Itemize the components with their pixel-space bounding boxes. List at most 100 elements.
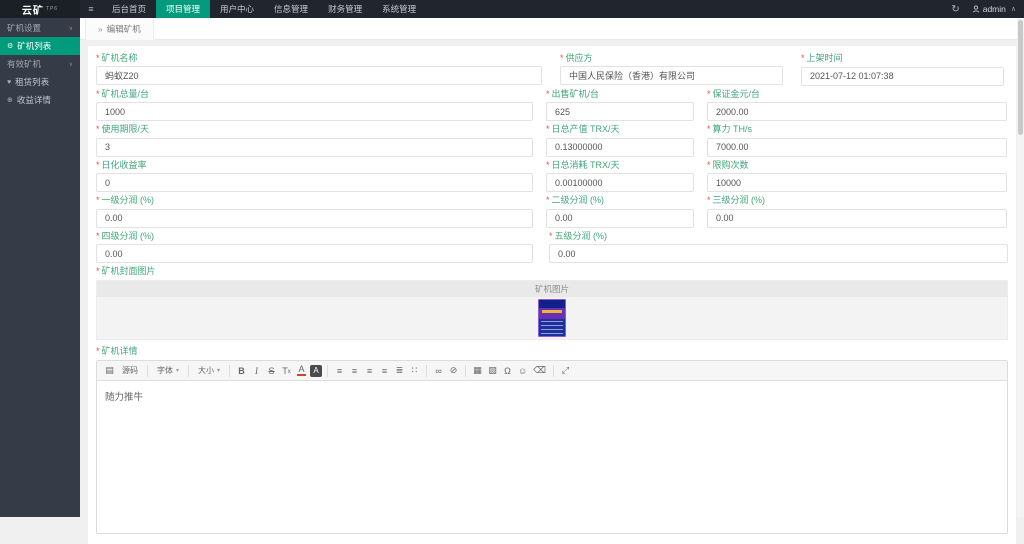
input-二级分润 (%)[interactable] bbox=[546, 208, 694, 228]
sidebar-group-有效矿机[interactable]: 有效矿机 ∨ bbox=[0, 55, 80, 73]
form-row: *矿机总量/台 *出售矿机/台 *保证金元/台 bbox=[96, 88, 1008, 121]
toolbar-separator bbox=[327, 364, 329, 377]
input-使用期限/天[interactable] bbox=[96, 137, 533, 157]
table-button[interactable]: ▦ bbox=[471, 363, 484, 379]
fullscreen-button[interactable]: ⤢ bbox=[559, 363, 572, 379]
field-label: * 出售矿机/台 bbox=[546, 88, 600, 99]
align-left-button[interactable]: ≡ bbox=[333, 363, 346, 379]
input-矿机名称[interactable] bbox=[96, 66, 542, 85]
field-label: * 保证金元/台 bbox=[707, 88, 761, 99]
input-算力 TH/s[interactable] bbox=[707, 137, 1007, 157]
app-logo-text: 云矿 bbox=[21, 5, 44, 17]
field-label: * 算力 TH/s bbox=[707, 124, 753, 134]
breadcrumb: » 编辑矿机 bbox=[85, 17, 154, 40]
input-一级分润 (%)[interactable] bbox=[96, 208, 533, 228]
sidebar-item-矿机列表[interactable]: ⚙ 矿机列表 bbox=[0, 37, 80, 55]
strikethrough-button[interactable]: S bbox=[265, 363, 278, 379]
image-button[interactable]: ▨ bbox=[486, 363, 499, 379]
bold-button[interactable]: B bbox=[235, 363, 248, 379]
form-field-上架时间: * 上架时间 bbox=[801, 53, 1004, 86]
form-field-保证金元/台: * 保证金元/台 bbox=[707, 88, 1007, 121]
required-mark: * bbox=[546, 195, 550, 205]
form-field-日总消耗 TRX/天: * 日总消耗 TRX/天 bbox=[546, 159, 694, 192]
special-char-button[interactable]: Ω bbox=[501, 363, 514, 379]
required-mark: * bbox=[560, 53, 564, 63]
input-三级分润 (%)[interactable] bbox=[707, 208, 1007, 228]
align-center-button[interactable]: ≡ bbox=[348, 363, 361, 379]
unlink-button[interactable]: ⊘ bbox=[447, 363, 460, 379]
chevron-down-icon: ∨ bbox=[68, 61, 73, 68]
field-label: * 使用期限/天 bbox=[96, 124, 150, 134]
field-label: * 四级分润 (%) bbox=[96, 230, 155, 241]
top-menu-item-后台首页[interactable]: 后台首页 bbox=[102, 0, 156, 18]
form-field-出售矿机/台: * 出售矿机/台 bbox=[546, 88, 694, 121]
required-mark: * bbox=[546, 88, 550, 99]
input-矿机总量/台[interactable] bbox=[96, 102, 533, 121]
user-menu[interactable]: admin ∧ bbox=[972, 4, 1016, 14]
required-mark: * bbox=[96, 266, 100, 276]
required-mark: * bbox=[546, 159, 550, 170]
sidebar-group-矿机设置[interactable]: 矿机设置 ∨ bbox=[0, 19, 80, 37]
refresh-icon[interactable]: ↻ bbox=[939, 4, 971, 15]
editor-content[interactable]: 随力推牛 bbox=[97, 381, 1007, 533]
bg-color-button[interactable]: A bbox=[310, 364, 323, 377]
document-icon[interactable]: ▤ bbox=[103, 363, 116, 379]
hamburger-icon[interactable]: ≡ bbox=[80, 0, 102, 18]
form-row: *日化收益率 *日总消耗 TRX/天 *限购次数 bbox=[96, 159, 1008, 192]
top-menu-item-信息管理[interactable]: 信息管理 bbox=[264, 0, 318, 18]
top-menu-item-系统管理[interactable]: 系统管理 bbox=[372, 0, 426, 18]
cover-caption: 矿机图片 bbox=[97, 281, 1007, 297]
subscript-button[interactable]: Tx bbox=[280, 363, 293, 379]
top-menu-item-用户中心[interactable]: 用户中心 bbox=[210, 0, 264, 18]
top-menu: 后台首页 项目管理 用户中心 信息管理 财务管理 系统管理 bbox=[102, 0, 426, 18]
required-mark: * bbox=[96, 53, 100, 63]
required-mark: * bbox=[707, 195, 711, 205]
input-保证金元/台[interactable] bbox=[707, 102, 1007, 121]
input-限购次数[interactable] bbox=[707, 173, 1007, 192]
cover-upload-area[interactable]: 矿机图片 bbox=[96, 280, 1008, 340]
remove-format-button[interactable]: ⌫ bbox=[531, 363, 548, 379]
text-color-button[interactable]: A bbox=[295, 363, 308, 379]
emoji-button[interactable]: ☺ bbox=[516, 363, 529, 379]
top-bar: 云矿 TP6 ≡ 后台首页 项目管理 用户中心 信息管理 财务管理 系统管理 ↻ admin… bbox=[0, 0, 1024, 18]
miner-cover-image[interactable] bbox=[538, 299, 566, 337]
top-menu-item-财务管理[interactable]: 财务管理 bbox=[318, 0, 372, 18]
input-日化收益率[interactable] bbox=[96, 173, 533, 192]
topbar-right: ↻ admin ∧ bbox=[939, 0, 1024, 18]
source-button[interactable]: 源码 bbox=[118, 363, 142, 379]
app-logo: 云矿 TP6 bbox=[0, 0, 80, 18]
toolbar-separator bbox=[147, 364, 148, 377]
italic-button[interactable]: I bbox=[250, 363, 263, 379]
scrollbar-thumb[interactable] bbox=[1018, 20, 1023, 135]
input-出售矿机/台[interactable] bbox=[546, 102, 694, 121]
align-justify-button[interactable]: ≡ bbox=[378, 363, 391, 379]
font-size-select[interactable]: 大小 ▾ bbox=[194, 363, 224, 379]
caret-down-icon: ▾ bbox=[176, 368, 180, 374]
caret-down-icon: ▾ bbox=[217, 368, 221, 374]
required-mark: * bbox=[96, 230, 100, 241]
input-日总产值 TRX/天[interactable] bbox=[546, 137, 694, 157]
input-供应方[interactable] bbox=[560, 66, 783, 85]
username: admin bbox=[982, 4, 1006, 14]
page-scrollbar bbox=[1017, 18, 1024, 517]
required-mark: * bbox=[801, 53, 805, 63]
ordered-list-button[interactable]: ≣ bbox=[393, 363, 406, 379]
link-button[interactable]: ∞ bbox=[432, 363, 445, 379]
input-上架时间[interactable] bbox=[801, 66, 1004, 86]
input-五级分润 (%)[interactable] bbox=[549, 244, 1008, 263]
unordered-list-button[interactable]: ∷ bbox=[408, 363, 421, 379]
field-label: * 上架时间 bbox=[801, 53, 843, 63]
form-rows: *矿机名称 *供应方 *上架时间 *矿机总量/台 *出售矿机/台 *保证金元/台 *使用期限… bbox=[96, 53, 1008, 263]
edit-miner-form: *矿机名称 *供应方 *上架时间 *矿机总量/台 *出售矿机/台 *保证金元/台 *使用期限… bbox=[88, 46, 1016, 544]
field-label: * 五级分润 (%) bbox=[549, 230, 608, 241]
sidebar-item-租赁列表[interactable]: ♥ 租赁列表 bbox=[0, 73, 80, 91]
font-family-select[interactable]: 字体 ▾ bbox=[153, 363, 183, 379]
input-四级分润 (%)[interactable] bbox=[96, 244, 533, 263]
gear-icon: ⚙ bbox=[7, 43, 14, 50]
sidebar-item-收益详情[interactable]: ⊕ 收益详情 bbox=[0, 91, 80, 109]
top-menu-item-项目管理[interactable]: 项目管理 bbox=[156, 0, 211, 18]
circle-plus-icon: ⊕ bbox=[7, 97, 13, 104]
field-label: * 供应方 bbox=[560, 53, 593, 63]
input-日总消耗 TRX/天[interactable] bbox=[546, 173, 694, 192]
align-right-button[interactable]: ≡ bbox=[363, 363, 376, 379]
